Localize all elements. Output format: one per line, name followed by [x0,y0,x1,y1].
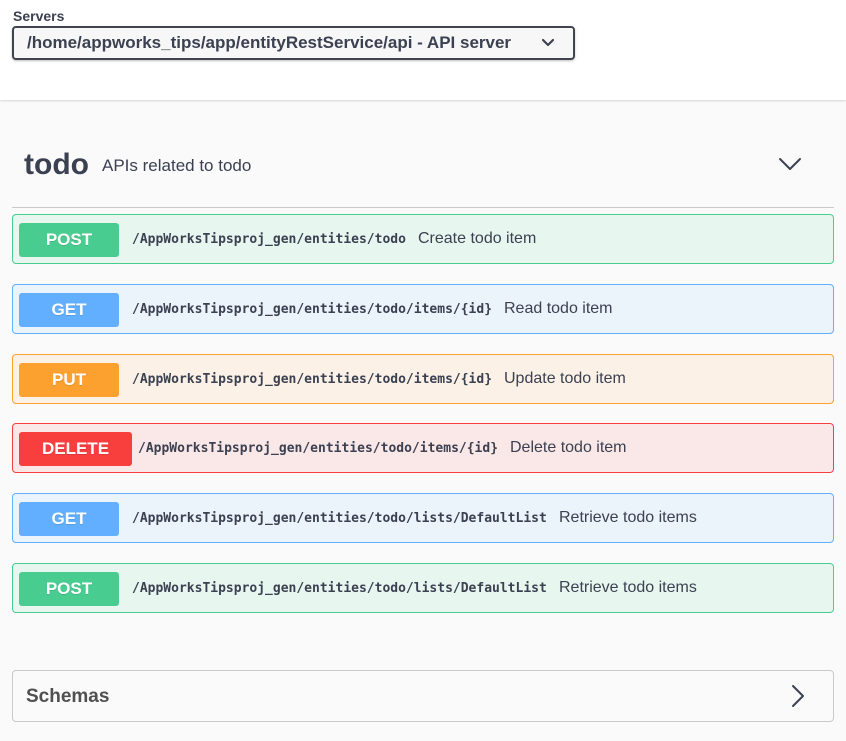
operation-summary: Retrieve todo items [559,509,697,526]
method-badge: DELETE [19,432,132,466]
server-select-value: /home/appworks_tips/app/entityRestServic… [27,33,512,52]
chevron-down-icon[interactable] [778,156,802,172]
operation-summary: Retrieve todo items [559,579,697,596]
method-badge: PUT [19,363,119,397]
method-badge: GET [19,502,119,536]
method-badge: GET [19,293,119,327]
operation-path: /AppWorksTipsproj_gen/entities/todo/item… [132,302,493,317]
tag-description: APIs related to todo [102,156,252,175]
operation-path: /AppWorksTipsproj_gen/entities/todo/list… [132,511,547,526]
operation-put[interactable]: PUT/AppWorksTipsproj_gen/entities/todo/i… [12,354,834,404]
server-select[interactable]: /home/appworks_tips/app/entityRestServic… [12,26,575,60]
servers-label: Servers [13,8,65,24]
tag-section-header[interactable]: todo APIs related to todo [12,140,834,208]
operation-summary: Update todo item [504,370,626,387]
operation-post[interactable]: POST/AppWorksTipsproj_gen/entities/todo/… [12,563,834,613]
method-badge: POST [19,223,119,257]
method-badge: POST [19,572,119,606]
operation-summary: Create todo item [418,230,537,247]
operation-path: /AppWorksTipsproj_gen/entities/todo/list… [132,581,547,596]
servers-section: Servers /home/appworks_tips/app/entityRe… [0,0,846,100]
operation-delete[interactable]: DELETE/AppWorksTipsproj_gen/entities/tod… [12,423,834,473]
operation-get[interactable]: GET/AppWorksTipsproj_gen/entities/todo/i… [12,284,834,334]
schemas-section[interactable]: Schemas [12,670,834,722]
schemas-title: Schemas [26,686,110,707]
operation-path: /AppWorksTipsproj_gen/entities/todo [132,232,406,247]
operation-path: /AppWorksTipsproj_gen/entities/todo/item… [138,441,499,456]
chevron-down-icon [541,38,555,47]
operation-path: /AppWorksTipsproj_gen/entities/todo/item… [132,372,493,387]
chevron-right-icon[interactable] [791,684,805,708]
operation-summary: Read todo item [504,300,613,317]
tag-name: todo [24,148,89,181]
operation-get[interactable]: GET/AppWorksTipsproj_gen/entities/todo/l… [12,493,834,543]
operation-summary: Delete todo item [510,439,627,456]
operation-post[interactable]: POST/AppWorksTipsproj_gen/entities/todo C… [12,214,834,264]
